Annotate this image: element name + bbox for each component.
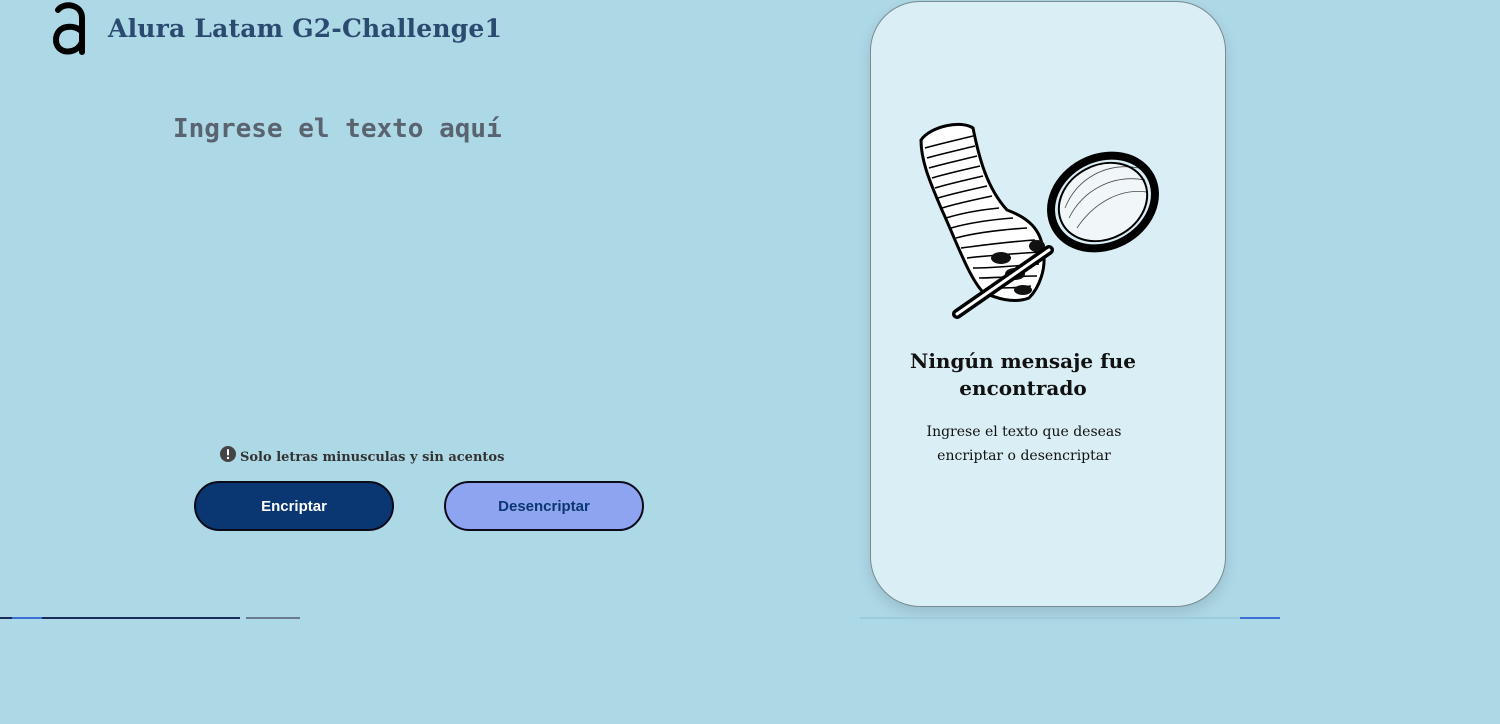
app-title: Alura Latam G2-Challenge1: [108, 14, 503, 43]
decrypt-button[interactable]: Desencriptar: [444, 481, 644, 531]
empty-state-title: Ningún mensaje fue encontrado: [910, 349, 1136, 400]
hand-magnifying-glass-icon: [917, 118, 1165, 328]
exclamation-circle-icon: [220, 446, 236, 462]
message-input[interactable]: [165, 108, 741, 420]
output-panel: Ningún mensaje fue encontrado Ingrese el…: [870, 1, 1226, 607]
input-hint: Solo letras minusculas y sin acentos: [220, 446, 505, 465]
hint-text: Solo letras minusculas y sin acentos: [240, 449, 505, 465]
encrypt-button[interactable]: Encriptar: [194, 481, 394, 531]
alura-logo-icon: [50, 2, 90, 56]
empty-state-message: Ingrese el texto que deseas encriptar o …: [926, 424, 1122, 464]
footer-divider: [0, 617, 1280, 620]
